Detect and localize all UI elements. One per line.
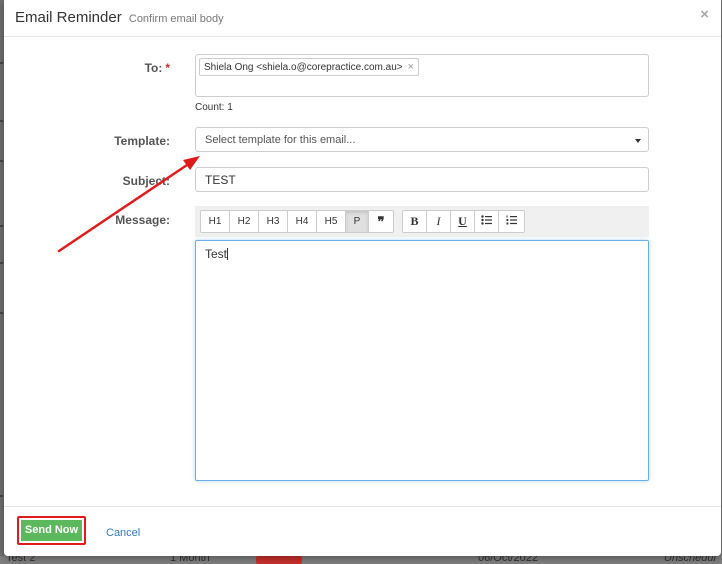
subject-input[interactable] (195, 167, 649, 192)
h4-button[interactable]: H4 (287, 210, 317, 233)
background-table-row: Test 2 1 Month 06/Oct/2022 Unschedul (0, 556, 722, 564)
modal-header: Email Reminder Confirm email body × (4, 0, 721, 37)
recipient-count: Count: 1 (195, 102, 233, 113)
background-row-date: 06/Oct/2022 (478, 556, 538, 564)
ordered-list-glyph (506, 215, 517, 225)
recipient-text: Shiela Ong <shiela.o@corepractice.com.au… (204, 62, 403, 73)
background-row-name: Test 2 (6, 556, 36, 564)
h2-button[interactable]: H2 (229, 210, 259, 233)
close-icon[interactable]: × (700, 6, 709, 23)
recipient-tag: Shiela Ong <shiela.o@corepractice.com.au… (199, 58, 420, 76)
heading-button-group: H1 H2 H3 H4 H5 P ❞ (200, 210, 394, 233)
required-marker: * (165, 61, 170, 75)
italic-button[interactable]: I (426, 210, 451, 233)
template-placeholder: Select template for this email... (205, 134, 356, 146)
message-editor[interactable]: Test (195, 240, 649, 481)
editor-toolbar: H1 H2 H3 H4 H5 P ❞ B I U (195, 206, 649, 237)
modal-footer: Send Now Cancel (4, 506, 721, 557)
paragraph-button[interactable]: P (345, 210, 369, 233)
h5-button[interactable]: H5 (316, 210, 346, 233)
ordered-list-icon[interactable] (498, 210, 525, 233)
remove-recipient-icon[interactable]: × (408, 61, 414, 73)
template-label: Template: (114, 134, 170, 148)
background-row-duration: 1 Month (170, 556, 210, 564)
unordered-list-glyph (481, 215, 492, 225)
background-row-status: Unschedul (664, 556, 716, 564)
text-cursor (227, 248, 229, 260)
email-reminder-modal: Email Reminder Confirm email body × To: *… (4, 0, 721, 556)
unordered-list-icon[interactable] (474, 210, 499, 233)
modal-subtitle: Confirm email body (128, 13, 224, 25)
blockquote-icon[interactable]: ❞ (368, 210, 394, 233)
to-label: To: * (4, 61, 170, 75)
format-button-group: B I U (402, 210, 525, 233)
to-label-text: To: (144, 61, 163, 75)
send-now-button[interactable]: Send Now (17, 516, 86, 545)
h1-button[interactable]: H1 (200, 210, 230, 233)
underline-button[interactable]: U (450, 210, 475, 233)
modal-title: Email Reminder Confirm email body (15, 9, 224, 26)
bold-button[interactable]: B (402, 210, 427, 233)
background-status-badge (256, 556, 302, 564)
cancel-link[interactable]: Cancel (106, 527, 140, 539)
caret-down-icon (635, 139, 641, 143)
modal-title-text: Email Reminder (15, 9, 122, 26)
subject-label: Subject: (122, 174, 170, 188)
to-recipient-field[interactable]: Shiela Ong <shiela.o@corepractice.com.au… (195, 54, 649, 97)
message-text: Test (205, 247, 228, 261)
message-label: Message: (115, 213, 170, 227)
h3-button[interactable]: H3 (258, 210, 288, 233)
template-select[interactable]: Select template for this email... (195, 127, 649, 152)
